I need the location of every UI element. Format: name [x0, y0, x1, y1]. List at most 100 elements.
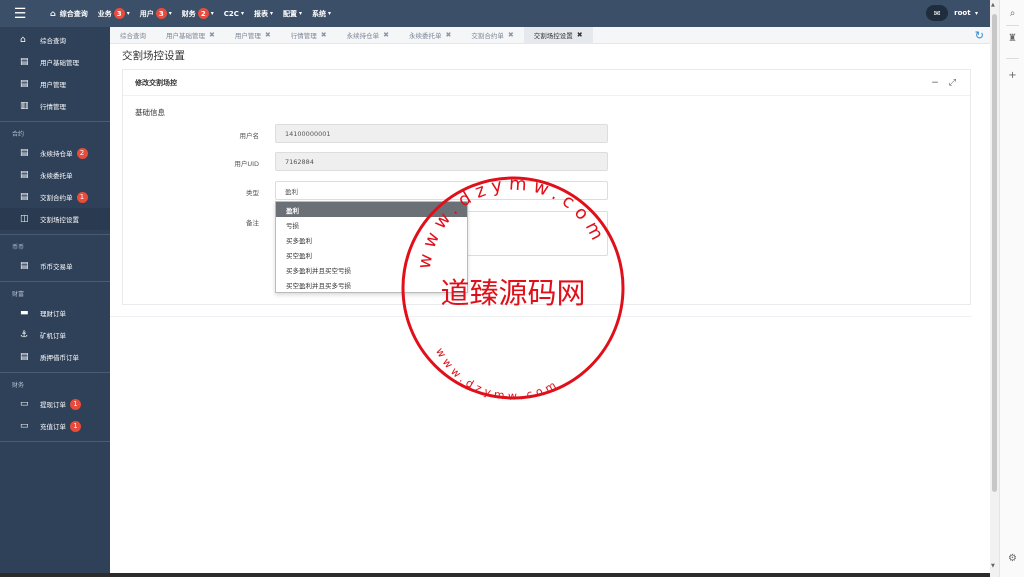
dropdown-option[interactable]: 买空盈利并且买多亏损 — [276, 277, 467, 292]
dropdown-option[interactable]: 盈利 — [276, 202, 467, 217]
file-icon: ▤ — [20, 352, 29, 362]
user-menu[interactable]: root ▾ — [954, 9, 978, 17]
type-select[interactable]: 盈利 — [275, 181, 608, 200]
sidebar-group-title: 币币 — [12, 243, 25, 251]
close-icon[interactable]: ✖ — [209, 31, 215, 39]
top-menu-item[interactable]: 系统 ▾ — [312, 9, 331, 19]
remark-label: 备注 — [246, 219, 259, 227]
top-menu-label: C2C — [223, 9, 239, 18]
top-menu-item[interactable]: ⌂ 综合查询 — [50, 9, 88, 19]
top-menu-item[interactable]: 报表 ▾ — [254, 9, 273, 19]
sidebar-item[interactable]: ▤ 币币交易单 — [0, 255, 110, 277]
top-menu-item[interactable]: C2C ▾ — [224, 10, 244, 18]
sidebar-item-label: 理财订单 — [40, 310, 66, 318]
sidebar-item[interactable]: ▤ 质押借币订单 — [0, 346, 110, 368]
top-menu-item[interactable]: 用户 3 ▾ — [140, 8, 172, 19]
top-menu-label: 报表 — [253, 9, 268, 18]
top-menu-label: 业务 — [97, 9, 112, 18]
file-icon: ▤ — [20, 261, 29, 271]
dropdown-option[interactable]: 亏损 — [276, 217, 467, 232]
dropdown-option[interactable]: 买多盈利并且买空亏损 — [276, 262, 467, 277]
sidebar-item-label: 质押借币订单 — [40, 354, 79, 362]
refresh-icon[interactable]: ↻ — [975, 29, 984, 42]
file-icon: ▤ — [20, 148, 29, 158]
top-menu-label: 配置 — [282, 9, 297, 18]
browser-side-panel: ⌕ ♜ + ⚙ — [999, 0, 1024, 577]
sidebar-item[interactable]: ⌂ 综合查询 — [0, 29, 110, 51]
sidebar-item[interactable]: ▤ 用户基础管理 — [0, 51, 110, 73]
collapse-icon[interactable]: − — [931, 78, 939, 88]
tab-label: 用户基础管理 — [166, 32, 205, 40]
bar-chart-icon: ▥ — [20, 101, 29, 111]
sidebar-item-label: 行情管理 — [40, 103, 66, 111]
tab-label: 综合查询 — [120, 32, 146, 40]
top-menu-label: 系统 — [311, 9, 326, 18]
section-title: 基础信息 — [135, 108, 165, 117]
tab[interactable]: 用户管理 ✖ — [225, 27, 281, 44]
sidebar-divider — [0, 372, 110, 373]
sidebar-item[interactable]: ▤ 用户管理 — [0, 73, 110, 95]
username-label: 用户名 — [239, 132, 260, 140]
sidebar-item[interactable]: ▤ 永续持仓单 2 — [0, 142, 110, 164]
card-icon: ▭ — [20, 421, 29, 431]
chevron-down-icon: ▾ — [126, 10, 130, 17]
count-badge: 1 — [70, 420, 81, 432]
page-tabs: 综合查询 用户基础管理 ✖ 用户管理 ✖ 行情管理 ✖ 永续持仓单 ✖ 永续委托单 ✖ 交割合约单 ✖ 交… — [110, 26, 990, 44]
close-icon[interactable]: ✖ — [508, 31, 514, 39]
tab-label: 永续持仓单 — [346, 32, 380, 40]
tab[interactable]: 行情管理 ✖ — [281, 27, 337, 44]
sidebar-group-title: 合约 — [12, 130, 25, 138]
close-icon[interactable]: ✖ — [383, 31, 389, 39]
count-badge: 1 — [76, 191, 88, 203]
sidebar-item[interactable]: ▥ 行情管理 — [0, 95, 110, 117]
close-icon[interactable]: ✖ — [446, 31, 452, 39]
tab[interactable]: 永续持仓单 ✖ — [337, 27, 399, 44]
top-menu-label: 综合查询 — [59, 9, 88, 18]
top-menu-item[interactable]: 财务 2 ▾ — [182, 8, 214, 19]
sidebar-item-label: 用户管理 — [40, 81, 66, 89]
sidebar-item[interactable]: ◫ 交割场控设置 — [0, 208, 110, 230]
gutter-divider — [1006, 25, 1019, 26]
sidebar-item-label: 永续委托单 — [40, 172, 73, 180]
scrollbar-thumb[interactable] — [992, 14, 997, 492]
top-menu-item[interactable]: 配置 ▾ — [283, 9, 302, 19]
sidebar-item[interactable]: ▭ 充值订单 1 — [0, 415, 110, 437]
dropdown-option[interactable]: 买空盈利 — [276, 247, 467, 262]
top-menu-item[interactable]: 业务 3 ▾ — [98, 8, 130, 19]
close-icon[interactable]: ✖ — [577, 31, 583, 39]
tab[interactable]: 用户基础管理 ✖ — [156, 27, 225, 44]
username-input[interactable]: 14100000001 — [275, 124, 608, 143]
edit-panel: 修改交割场控 − ⤢ 基础信息 用户名 14100000001 用户UID 71… — [122, 69, 971, 305]
close-icon[interactable]: ✖ — [321, 31, 327, 39]
expand-icon[interactable]: ⤢ — [949, 78, 956, 88]
file-icon: ▤ — [20, 170, 29, 180]
dropdown-option[interactable]: 买多盈利 — [276, 232, 467, 247]
count-badge: 1 — [70, 398, 81, 410]
sidebar-item[interactable]: ▤ 交割合约单 1 — [0, 186, 110, 208]
hamburger-menu-icon[interactable]: ☰ — [0, 0, 40, 27]
sidebar-item[interactable]: ⚓ 矿机订单 — [0, 324, 110, 346]
add-icon[interactable]: + — [1006, 70, 1019, 81]
scroll-down-icon[interactable]: ▼ — [991, 563, 995, 569]
type-label: 类型 — [246, 189, 259, 197]
chat-icon[interactable]: ✉ — [926, 5, 949, 21]
search-icon[interactable]: ⌕ — [1006, 8, 1019, 19]
sidebar-group-title: 财务 — [12, 381, 25, 389]
sidebar-item[interactable]: ▭ 提现订单 1 — [0, 393, 110, 415]
sidebar-item-label: 币币交易单 — [40, 263, 73, 271]
scrollbar[interactable]: ▲ ▼ — [990, 0, 999, 577]
tab[interactable]: 交割场控设置 ✖ — [523, 26, 593, 44]
sidebar-item[interactable]: ▬ 理财订单 — [0, 302, 110, 324]
extension-icon[interactable]: ♜ — [1006, 33, 1019, 44]
scroll-up-icon[interactable]: ▲ — [991, 2, 995, 8]
sidebar-item-label: 用户基础管理 — [40, 59, 79, 67]
sidebar-item[interactable]: ▤ 永续委托单 — [0, 164, 110, 186]
gear-icon[interactable]: ⚙ — [1006, 553, 1019, 564]
close-icon[interactable]: ✖ — [265, 31, 271, 39]
tab[interactable]: 综合查询 — [110, 27, 156, 44]
home-icon: ⌂ — [50, 9, 56, 18]
uid-input[interactable]: 7162884 — [275, 152, 608, 171]
chevron-down-icon: ▾ — [327, 10, 331, 17]
tab[interactable]: 永续委托单 ✖ — [399, 27, 461, 44]
tab[interactable]: 交割合约单 ✖ — [461, 27, 523, 44]
